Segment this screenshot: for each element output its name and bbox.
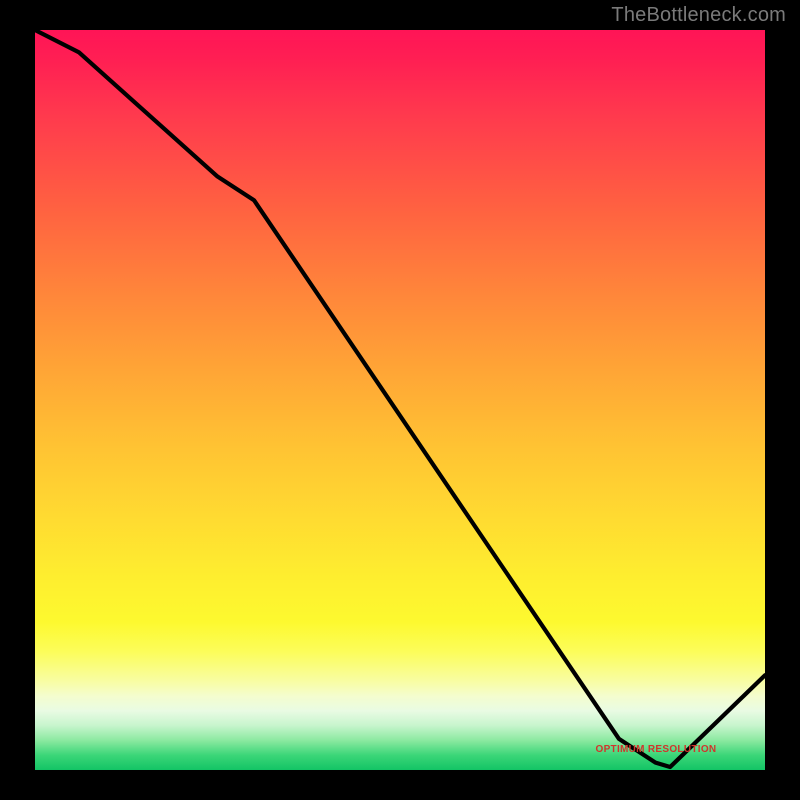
chart-frame: TheBottleneck.com OPTIMUM RESOLUTION	[0, 0, 800, 800]
optimum-resolution-label: OPTIMUM RESOLUTION	[596, 744, 717, 755]
plot-area: OPTIMUM RESOLUTION	[35, 30, 765, 770]
watermark-text: TheBottleneck.com	[611, 4, 786, 27]
bottleneck-curve	[35, 30, 765, 770]
